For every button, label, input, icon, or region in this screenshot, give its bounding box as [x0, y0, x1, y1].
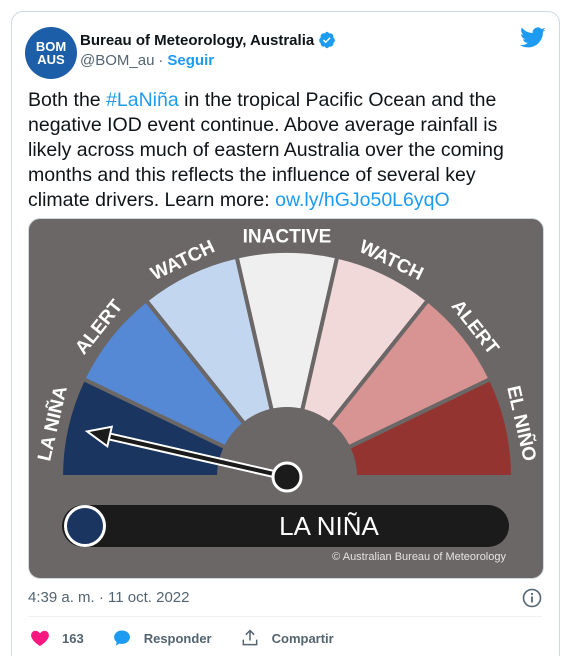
gauge-label-3: INACTIVE	[243, 227, 332, 248]
handle-separator: ·	[158, 52, 164, 69]
enso-gauge-image[interactable]: LA NIÑA ALERT WATCH INACTIVE WATCH ALERT EL NI…	[28, 218, 544, 579]
reply-bubble-icon	[113, 630, 130, 646]
like-count: 163	[62, 630, 84, 646]
account-name[interactable]: Bureau of Meteorology, Australia	[80, 32, 314, 49]
share-label: Compartir	[271, 630, 334, 646]
account-name-row[interactable]: Bureau of Meteorology, Australia	[80, 31, 336, 49]
tweet-text-part-1: Both the	[28, 89, 107, 111]
avatar[interactable]: BOM AUS	[25, 27, 77, 79]
reply-label: Responder	[143, 630, 212, 646]
follow-button[interactable]: Seguir	[167, 52, 214, 69]
status-indicator-dot	[64, 505, 106, 547]
avatar-line-2: AUS	[37, 52, 65, 67]
reply-button[interactable]: Responder	[112, 628, 212, 648]
gauge-pivot	[271, 461, 303, 493]
status-label: LA NIÑA	[279, 511, 379, 541]
heart-icon	[31, 630, 49, 646]
tweet-text: Both the #LaNiña in the tropical Pacific…	[28, 88, 538, 213]
handle-row: @BOM_au · Seguir	[80, 52, 214, 69]
info-icon[interactable]	[522, 588, 542, 608]
action-bar: 163 Responder Compartir	[30, 628, 362, 648]
account-handle[interactable]: @BOM_au	[80, 52, 154, 69]
hashtag-link[interactable]: #LaNiña	[106, 89, 179, 111]
tweet-timestamp[interactable]: 4:39 a. m. · 11 oct. 2022	[28, 589, 189, 606]
verified-badge-icon	[319, 31, 336, 49]
twitter-bird-icon[interactable]	[520, 27, 546, 49]
like-button[interactable]: 163	[30, 628, 84, 648]
share-icon	[242, 629, 258, 646]
share-button[interactable]: Compartir	[240, 628, 334, 648]
image-copyright: © Australian Bureau of Meteorology	[332, 551, 506, 563]
learn-more-link[interactable]: ow.ly/hGJo50L6yqO	[275, 189, 450, 211]
divider	[28, 616, 542, 617]
